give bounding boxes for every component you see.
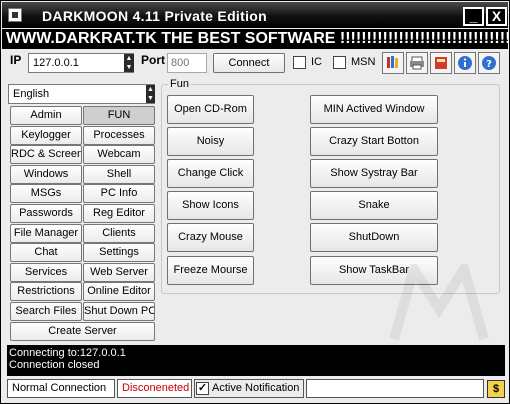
fun-button[interactable]: Snake xyxy=(310,191,438,220)
watermark-logo xyxy=(389,264,489,341)
fun-group-legend: Fun xyxy=(168,78,191,90)
brushes-icon[interactable] xyxy=(382,52,404,74)
nav-button-web-server[interactable]: Web Server xyxy=(83,262,155,282)
minimize-button[interactable]: _ xyxy=(463,7,484,26)
nav-button-keylogger[interactable]: Keylogger xyxy=(10,125,82,145)
nav-button-search-files[interactable]: Search Files xyxy=(10,302,82,321)
fun-button[interactable]: Show Systray Bar xyxy=(310,159,438,188)
dollar-button[interactable]: $ xyxy=(487,380,505,398)
port-label: Port xyxy=(141,53,165,67)
language-spinner[interactable]: ▲ ▼ xyxy=(146,85,155,103)
nav-button-fun[interactable]: FUN xyxy=(83,106,155,125)
nav-button-settings[interactable]: Settings xyxy=(83,243,155,263)
msn-checkbox[interactable] xyxy=(333,56,346,69)
create-server-button[interactable]: Create Server xyxy=(10,322,155,341)
nav-button-shell[interactable]: Shell xyxy=(83,164,155,184)
active-notification-label: Active Notification xyxy=(194,379,304,398)
nav-button-processes[interactable]: Processes xyxy=(83,125,155,145)
status-bar: Normal Connection Disconeneted ✓ Active … xyxy=(2,377,508,403)
nav-button-msgs[interactable]: MSGs xyxy=(10,184,82,204)
fun-button[interactable]: Open CD-Rom xyxy=(167,95,254,124)
nav-button-clients[interactable]: Clients xyxy=(83,223,155,243)
nav-button-shut-down-pc[interactable]: Shut Down PC xyxy=(83,302,155,321)
status-empty-field xyxy=(306,379,484,398)
svg-text:?: ? xyxy=(486,59,492,70)
close-button[interactable]: X xyxy=(486,7,507,26)
log-line: Connection closed xyxy=(9,359,100,371)
nav-button-rdc-screen[interactable]: RDC & Screen xyxy=(10,145,82,165)
ip-spinner[interactable]: ▲ ▼ xyxy=(124,54,134,72)
log-line: Connecting to:127.0.0.1 xyxy=(9,347,126,359)
msn-label: MSN xyxy=(351,56,376,68)
language-select[interactable]: English xyxy=(8,84,155,104)
connection-status-field: Disconeneted xyxy=(117,379,192,398)
nav-button-pc-info[interactable]: PC Info xyxy=(83,184,155,204)
ic-checkbox[interactable] xyxy=(293,56,306,69)
title-bar: DARKMOON 4.11 Private Edition _ X xyxy=(2,2,508,28)
nav-button-file-manager[interactable]: File Manager xyxy=(10,223,82,243)
ip-label: IP xyxy=(10,53,22,67)
port-input[interactable] xyxy=(167,53,207,73)
log-console: Connecting to:127.0.0.1 Connection close… xyxy=(7,345,505,376)
ic-label: IC xyxy=(311,56,322,68)
info-icon[interactable] xyxy=(454,52,476,74)
app-icon xyxy=(8,8,22,22)
fun-button[interactable]: Change Click xyxy=(167,159,254,188)
banner-text: WWW.DARKRAT.TK THE BEST SOFTWARE !!!!!!!… xyxy=(2,29,508,49)
nav-button-passwords[interactable]: Passwords xyxy=(10,204,82,223)
window-title: DARKMOON 4.11 Private Edition xyxy=(42,8,267,24)
app-window: DARKMOON 4.11 Private Edition _ X WWW.DA… xyxy=(0,0,510,404)
nav-button-webcam[interactable]: Webcam xyxy=(83,145,155,165)
nav-button-windows[interactable]: Windows xyxy=(10,164,82,184)
ip-input[interactable] xyxy=(28,53,134,73)
fun-button[interactable]: ShutDown xyxy=(310,223,438,252)
fun-button[interactable]: Show Icons xyxy=(167,191,254,220)
nav-button-restrictions[interactable]: Restrictions xyxy=(10,282,82,302)
nav-button-reg-editor[interactable]: Reg Editor xyxy=(83,204,155,223)
nav-button-services[interactable]: Services xyxy=(10,262,82,282)
printer-icon[interactable] xyxy=(406,52,428,74)
connect-button[interactable]: Connect xyxy=(213,53,285,73)
help-icon[interactable]: ? xyxy=(478,52,500,74)
connection-type-field: Normal Connection xyxy=(7,379,115,398)
nav-button-admin[interactable]: Admin xyxy=(10,106,82,125)
fun-button[interactable]: Crazy Start Botton xyxy=(310,127,438,156)
nav-button-chat[interactable]: Chat xyxy=(10,243,82,263)
fun-button[interactable]: Noisy xyxy=(167,127,254,156)
book-icon[interactable] xyxy=(430,52,452,74)
fun-button[interactable]: MIN Actived Window xyxy=(310,95,438,124)
fun-button[interactable]: Crazy Mouse xyxy=(167,223,254,252)
nav-button-online-editor[interactable]: Online Editor xyxy=(83,282,155,302)
fun-button[interactable]: Freeze Mourse xyxy=(167,256,254,285)
